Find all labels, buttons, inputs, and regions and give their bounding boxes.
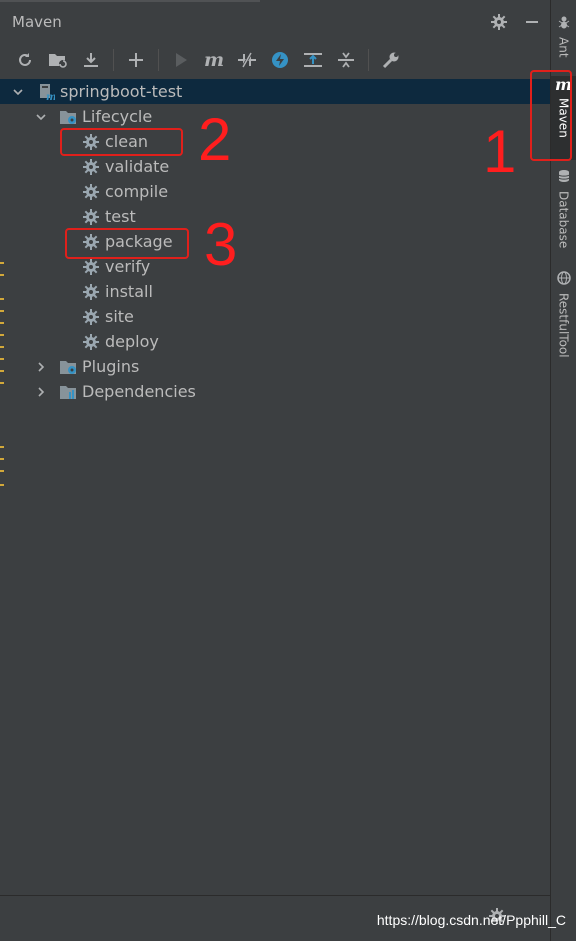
settings-gear-icon[interactable] [489, 12, 509, 32]
maven-tool-window: Maven m springboot-test Lifecycle clean … [0, 0, 550, 941]
gear-icon [82, 333, 100, 351]
ant-icon [557, 14, 571, 33]
gear-icon [82, 258, 100, 276]
maven-m-icon[interactable]: m [203, 49, 225, 71]
side-tab-restfultool[interactable]: RestfulTool [551, 270, 576, 366]
goal-label: compile [105, 182, 169, 201]
plus-icon[interactable] [125, 49, 147, 71]
minimize-icon[interactable] [522, 12, 542, 32]
toolbar-separator [158, 49, 159, 71]
goal-label: install [105, 282, 153, 301]
side-tab-label: Ant [556, 37, 571, 58]
callout-box-package [65, 228, 189, 259]
dependencies-folder-icon [59, 383, 77, 401]
chevron-down-icon[interactable] [11, 85, 25, 99]
run-icon[interactable] [170, 49, 192, 71]
maven-module-icon: m [37, 83, 55, 101]
goal-test[interactable]: test [0, 204, 550, 229]
annotation-number: 3 [204, 211, 238, 278]
plugins-folder-icon [59, 358, 77, 376]
gutter-marker [0, 370, 4, 372]
gutter-marker [0, 322, 4, 324]
lifecycle-label: Lifecycle [82, 107, 153, 126]
gutter-marker [0, 298, 4, 300]
chevron-right-icon[interactable] [34, 385, 48, 399]
download-icon[interactable] [80, 49, 102, 71]
chevron-right-icon[interactable] [34, 360, 48, 374]
panel-header: Maven [0, 0, 550, 44]
goal-label: site [105, 307, 134, 326]
gutter-marker [0, 484, 4, 486]
goal-label: validate [105, 157, 170, 176]
chevron-down-icon[interactable] [34, 110, 48, 124]
gutter-marker [0, 382, 4, 384]
annotation-number: 1 [483, 118, 517, 185]
svg-text:m: m [46, 92, 55, 101]
gutter-marker [0, 262, 4, 264]
callout-box-maven-tab [530, 70, 572, 161]
tree-row-project[interactable]: m springboot-test [0, 79, 550, 104]
settings-wrench-icon[interactable] [380, 49, 402, 71]
tree-row-lifecycle[interactable]: Lifecycle [0, 104, 550, 129]
gear-icon [82, 283, 100, 301]
goal-deploy[interactable]: deploy [0, 329, 550, 354]
dependencies-label: Dependencies [82, 382, 196, 401]
gutter-marker [0, 310, 4, 312]
toolbar-separator [113, 49, 114, 71]
tree-row-plugins[interactable]: Plugins [0, 354, 550, 379]
goal-label: verify [105, 257, 151, 276]
globe-icon [556, 270, 571, 289]
reload-icon[interactable] [14, 49, 36, 71]
skip-tests-icon[interactable] [269, 49, 291, 71]
gutter-marker [0, 274, 4, 276]
gutter-marker [0, 470, 4, 472]
gear-icon [82, 158, 100, 176]
goal-compile[interactable]: compile [0, 179, 550, 204]
side-tab-ant[interactable]: Ant [551, 14, 576, 66]
toggle-offline-icon[interactable] [236, 49, 258, 71]
annotation-number: 2 [198, 106, 232, 173]
goal-install[interactable]: install [0, 279, 550, 304]
side-tab-label: RestfulTool [556, 293, 571, 358]
collapse-icon[interactable] [335, 49, 357, 71]
project-name: springboot-test [60, 82, 183, 101]
database-icon [557, 168, 571, 187]
gear-icon [82, 208, 100, 226]
add-project-icon[interactable] [47, 49, 69, 71]
lifecycle-folder-icon [59, 108, 77, 126]
callout-box-clean [60, 128, 183, 156]
plugins-label: Plugins [82, 357, 140, 376]
gutter-marker [0, 458, 4, 460]
show-deps-icon[interactable] [302, 49, 324, 71]
goal-site[interactable]: site [0, 304, 550, 329]
tree-row-dependencies[interactable]: Dependencies [0, 379, 550, 404]
goal-label: deploy [105, 332, 159, 351]
gear-icon [82, 183, 100, 201]
maven-toolbar: m [0, 44, 550, 76]
goal-label: test [105, 207, 136, 226]
panel-title: Maven [12, 13, 62, 31]
gutter-marker [0, 334, 4, 336]
side-tab-database[interactable]: Database [551, 168, 576, 252]
watermark-text: https://blog.csdn.net/Ppphill_C [376, 912, 566, 928]
gutter-marker [0, 346, 4, 348]
gutter-marker [0, 358, 4, 360]
side-tab-label: Database [556, 191, 571, 249]
gutter-marker [0, 446, 4, 448]
goal-validate[interactable]: validate [0, 154, 550, 179]
gear-icon [82, 308, 100, 326]
toolbar-separator [368, 49, 369, 71]
